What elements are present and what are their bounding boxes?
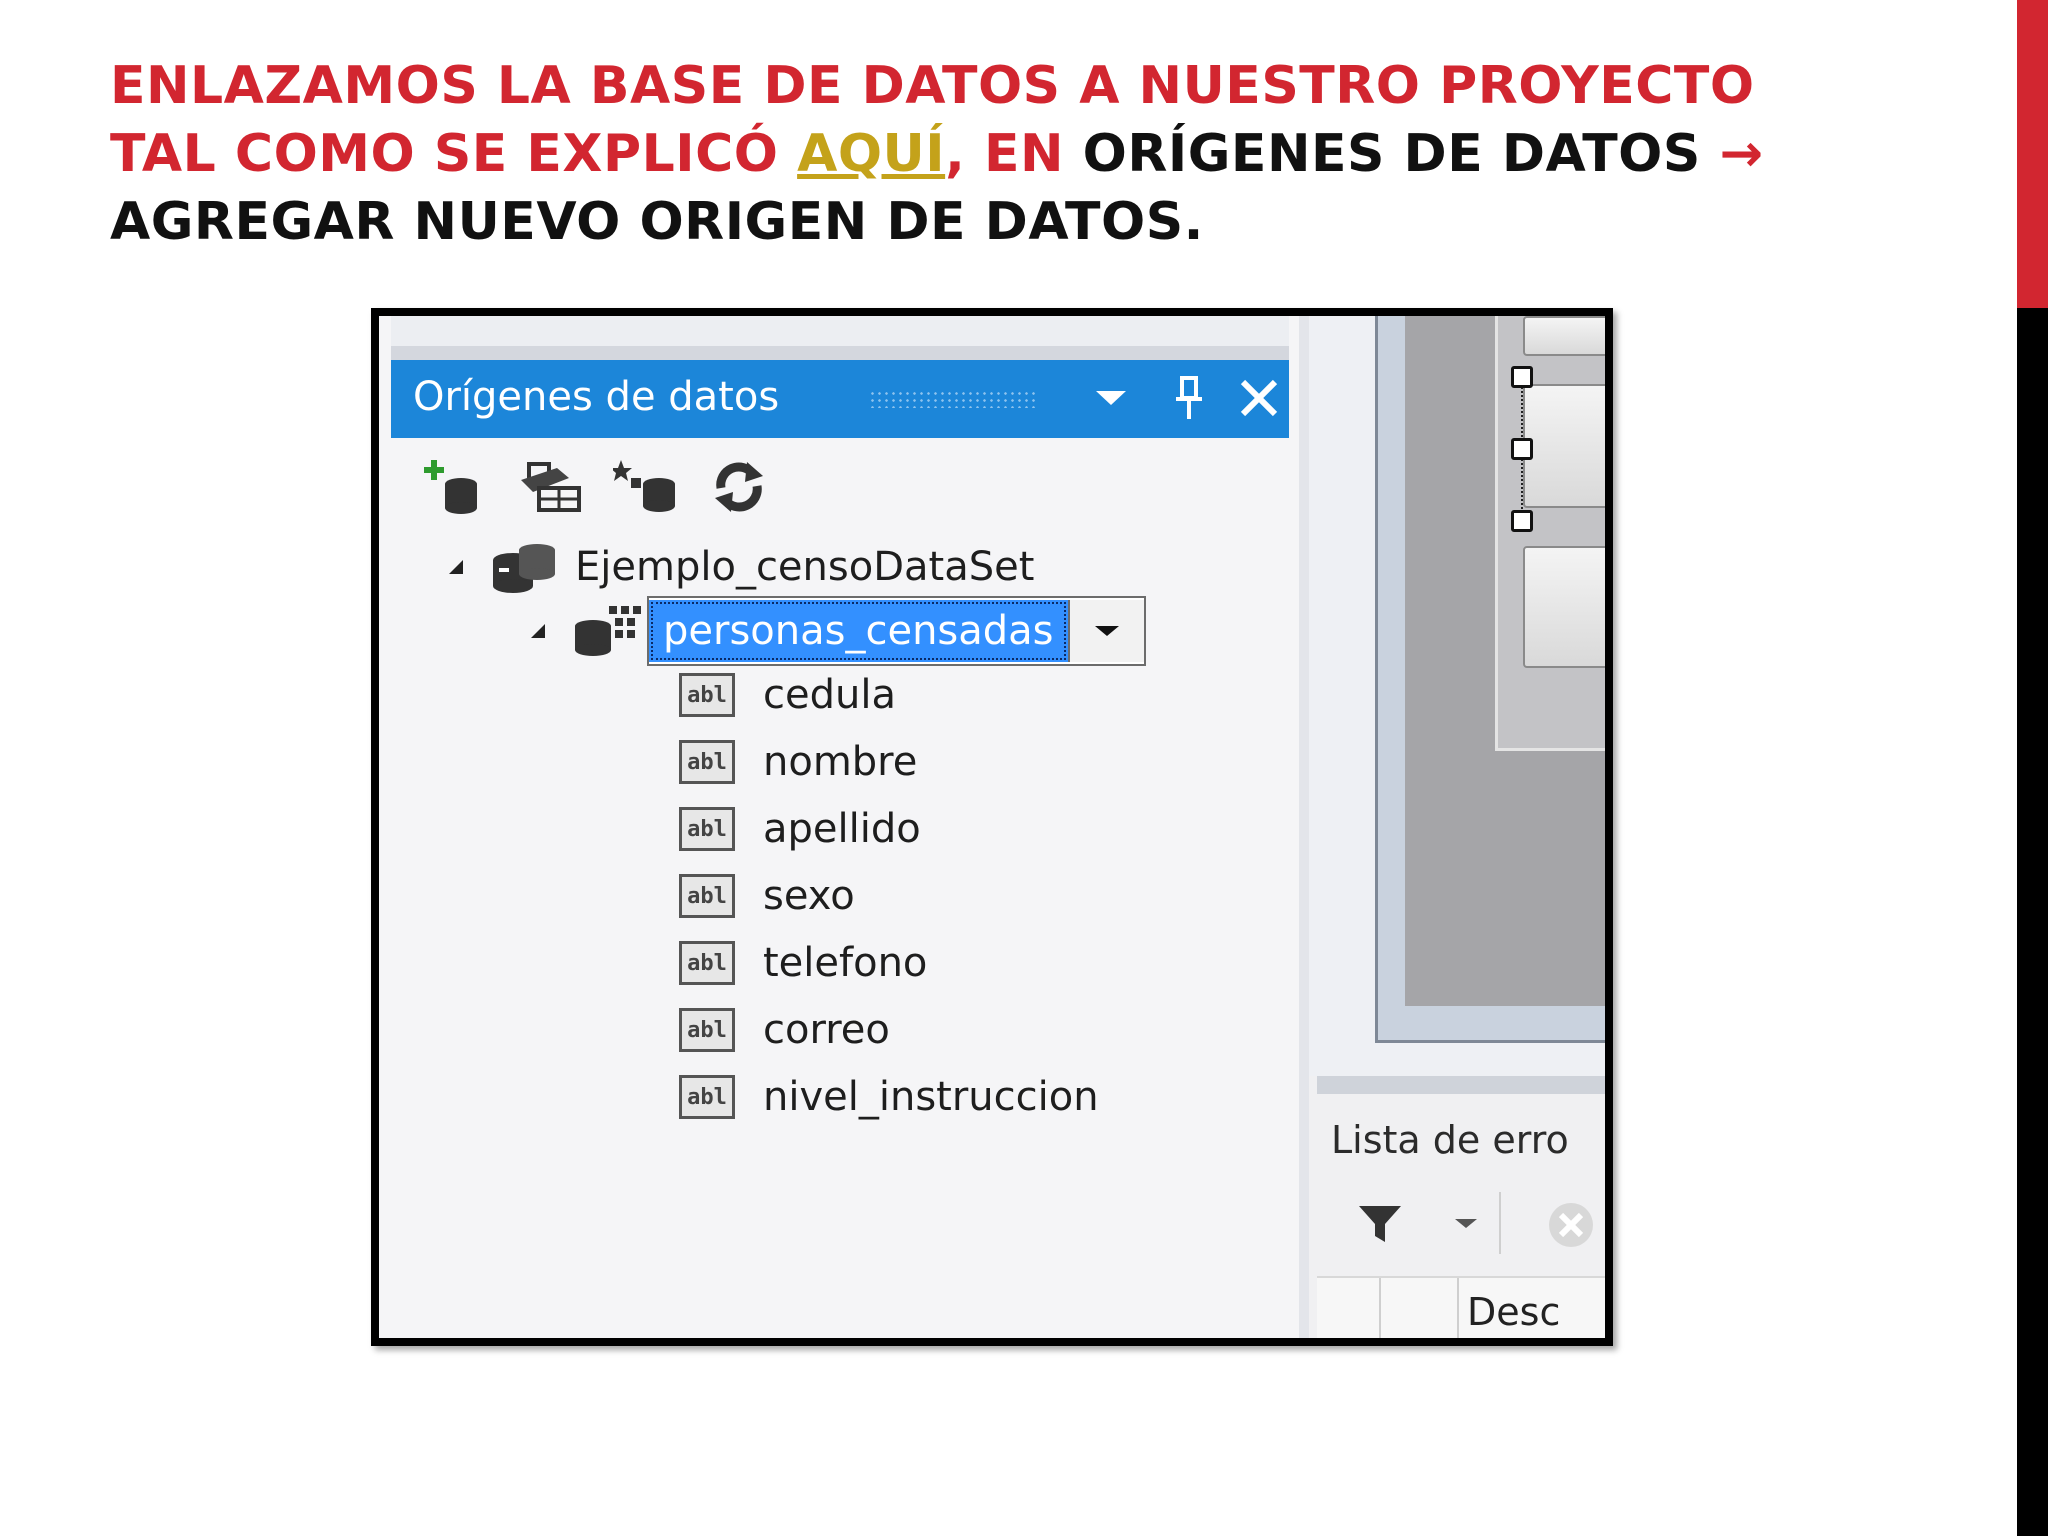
- dataset-icon: [493, 544, 555, 593]
- screenshot-frame: Orígenes de datos Ejemplo_censoDataSet p…: [371, 308, 1613, 1346]
- title-line-2-part-1: TAL COMO SE EXPLICÓ: [110, 124, 798, 184]
- title-line-2-dark: ORÍGENES DE DATOS: [1082, 124, 1720, 184]
- title-line-2-part-2: , EN: [945, 124, 1083, 184]
- edit-dataset-icon[interactable]: [517, 458, 581, 516]
- text-field-icon: abl: [679, 1008, 735, 1052]
- pin-icon[interactable]: [1161, 370, 1217, 426]
- error-list-toolbar: [1317, 1186, 1605, 1260]
- error-list-panel: Lista de erro Desc: [1309, 1076, 1605, 1338]
- tree-node-field[interactable]: abl cedula: [679, 664, 896, 726]
- title-line-1: ENLAZAMOS LA BASE DE DATOS A NUESTRO PRO…: [110, 56, 1755, 116]
- column-description[interactable]: Desc: [1467, 1290, 1560, 1334]
- title-line-3: AGREGAR NUEVO ORIGEN DE DATOS.: [110, 192, 1204, 252]
- error-filter-icon[interactable]: [1543, 1200, 1605, 1250]
- field-name: nivel_instruccion: [763, 1074, 1099, 1120]
- chevron-down-icon[interactable]: [1453, 1216, 1479, 1230]
- tree-node-dataset[interactable]: Ejemplo_censoDataSet: [449, 536, 1034, 598]
- form-control-selected[interactable]: [1523, 384, 1605, 508]
- panel-splitter[interactable]: [1299, 316, 1309, 1338]
- data-sources-tree: Ejemplo_censoDataSet personas_censadas a…: [379, 536, 1299, 1236]
- tree-node-field[interactable]: abl correo: [679, 999, 890, 1061]
- accent-bar-red: [2017, 0, 2048, 308]
- text-field-icon: abl: [679, 941, 735, 985]
- dataset-name: Ejemplo_censoDataSet: [575, 544, 1035, 590]
- tree-node-field[interactable]: abl sexo: [679, 865, 855, 927]
- accent-bar-black: [2017, 308, 2048, 1536]
- field-name: apellido: [763, 806, 921, 852]
- panel-top-border: [391, 346, 1289, 360]
- text-field-icon: abl: [679, 740, 735, 784]
- text-field-icon: abl: [679, 1075, 735, 1119]
- field-name: cedula: [763, 672, 896, 718]
- field-name: nombre: [763, 739, 918, 785]
- resize-handle[interactable]: [1511, 438, 1533, 460]
- close-icon[interactable]: [1231, 370, 1287, 426]
- arrow-right-icon: →: [1719, 124, 1764, 184]
- column-separator[interactable]: [1379, 1278, 1381, 1338]
- form-designer: [1309, 316, 1605, 1076]
- panel-toolbar: [391, 440, 1289, 526]
- form-control[interactable]: [1523, 316, 1605, 356]
- resize-handle[interactable]: [1511, 510, 1533, 532]
- refresh-icon[interactable]: [709, 458, 771, 516]
- text-field-icon: abl: [679, 874, 735, 918]
- aqui-link[interactable]: AQUÍ: [797, 124, 945, 184]
- table-icon: [575, 606, 641, 656]
- error-list-column-header: Desc: [1317, 1276, 1605, 1338]
- error-list-top-border: [1317, 1076, 1605, 1094]
- tree-node-field[interactable]: abl nombre: [679, 731, 917, 793]
- table-node-dropdown[interactable]: personas_censadas: [647, 596, 1146, 666]
- toolbar-separator: [1499, 1192, 1501, 1254]
- field-name: sexo: [763, 873, 855, 919]
- filter-icon[interactable]: [1357, 1204, 1403, 1244]
- form-control[interactable]: [1523, 546, 1605, 668]
- text-field-icon: abl: [679, 673, 735, 717]
- tree-node-table[interactable]: personas_censadas: [531, 596, 1146, 666]
- error-list-title: Lista de erro: [1331, 1118, 1569, 1162]
- configure-dataset-icon[interactable]: [610, 458, 675, 516]
- panel-title: Orígenes de datos: [413, 374, 780, 420]
- data-sources-panel: Orígenes de datos Ejemplo_censoDataSet p…: [379, 316, 1299, 1338]
- column-separator[interactable]: [1457, 1278, 1459, 1338]
- chevron-down-icon[interactable]: [1083, 370, 1139, 426]
- table-name[interactable]: personas_censadas: [649, 600, 1068, 662]
- expand-triangle-icon[interactable]: [449, 560, 463, 574]
- slide-title: ENLAZAMOS LA BASE DE DATOS A NUESTRO PRO…: [110, 52, 1990, 256]
- panel-title-bar[interactable]: Orígenes de datos: [391, 360, 1289, 438]
- field-name: telefono: [763, 940, 928, 986]
- tree-node-field[interactable]: abl apellido: [679, 798, 921, 860]
- resize-handle[interactable]: [1511, 366, 1533, 388]
- text-field-icon: abl: [679, 807, 735, 851]
- panel-top-strip: [391, 316, 1289, 346]
- add-data-source-icon[interactable]: [421, 458, 483, 516]
- field-name: correo: [763, 1007, 890, 1053]
- tree-node-field[interactable]: abl nivel_instruccion: [679, 1066, 1099, 1128]
- drag-grip[interactable]: [869, 390, 1039, 408]
- chevron-down-icon[interactable]: [1067, 600, 1144, 662]
- expand-triangle-icon[interactable]: [531, 624, 545, 638]
- tree-node-field[interactable]: abl telefono: [679, 932, 927, 994]
